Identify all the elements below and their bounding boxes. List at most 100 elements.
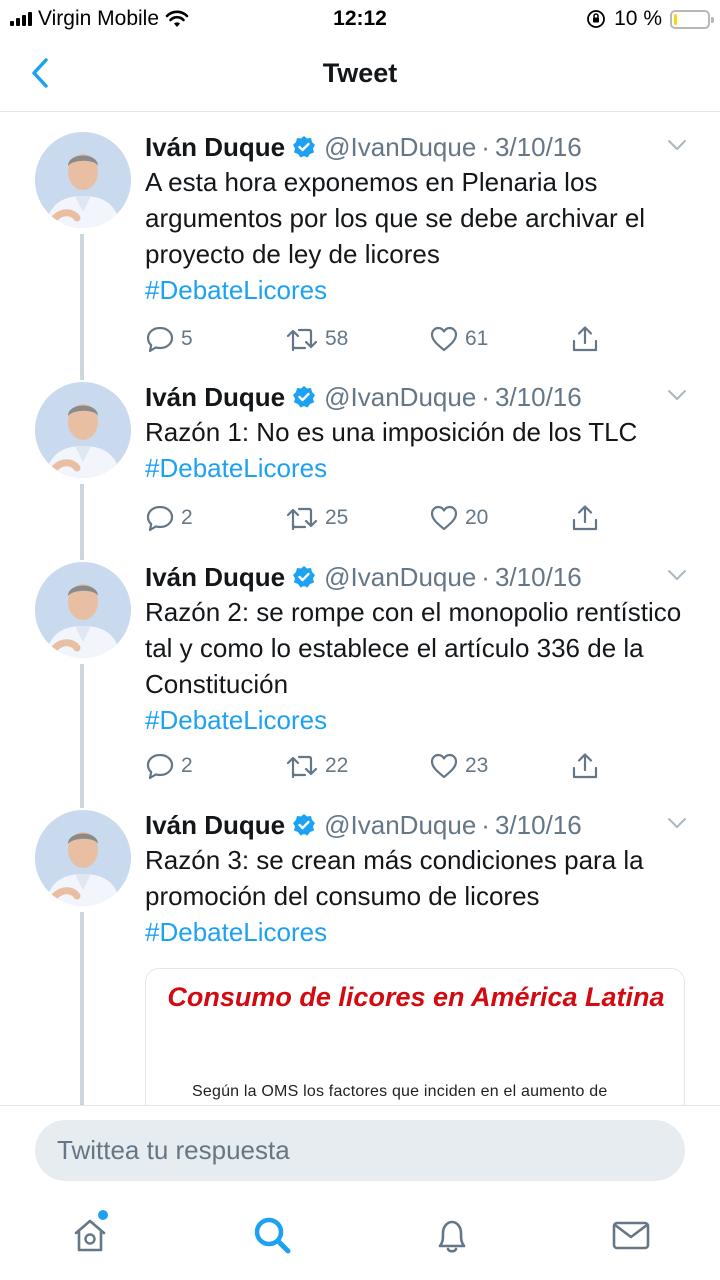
thread-line: [80, 362, 84, 380]
avatar[interactable]: [35, 132, 131, 228]
tweet-text: Razón 2: se rompe con el monopolio rentí…: [145, 594, 705, 738]
avatar[interactable]: [35, 382, 131, 478]
reply-input[interactable]: [35, 1120, 685, 1181]
nav-bar: Tweet: [0, 38, 720, 112]
reply-icon: [146, 753, 174, 780]
hashtag-link[interactable]: #DebateLicores: [145, 705, 327, 735]
battery-fill: [674, 13, 678, 25]
like-button[interactable]: 23: [429, 751, 488, 781]
tweet-media-card[interactable]: Consumo de licores en América Latina Seg…: [145, 968, 685, 1105]
avatar-portrait: [35, 810, 131, 906]
retweet-count: 22: [325, 754, 349, 777]
share-button[interactable]: [570, 324, 600, 354]
hashtag-link[interactable]: #DebateLicores: [145, 453, 327, 483]
tweet-thread: Iván Duque @IvanDuque · 3/10/16 A esta h…: [0, 112, 720, 1105]
reply-icon: [146, 326, 174, 353]
heart-icon: [430, 505, 458, 531]
chevron-down-icon: [668, 390, 686, 400]
retweet-icon: [286, 507, 318, 531]
author-handle[interactable]: @IvanDuque: [324, 132, 476, 163]
tweet[interactable]: Iván Duque @IvanDuque · 3/10/16 Razón 1:…: [0, 362, 720, 542]
tweet-date[interactable]: 3/10/16: [495, 132, 582, 163]
retweet-button[interactable]: 22: [285, 751, 348, 781]
heart-icon: [430, 753, 458, 779]
thread-line: [80, 912, 84, 1105]
avatar[interactable]: [35, 810, 131, 906]
tweet-actions: 2 22 23: [145, 751, 615, 785]
author-name[interactable]: Iván Duque: [145, 562, 285, 593]
separator-dot: ·: [481, 381, 490, 412]
retweet-button[interactable]: 25: [285, 503, 348, 533]
retweet-count: 25: [325, 506, 349, 529]
tweet-header: Iván Duque @IvanDuque · 3/10/16: [145, 380, 700, 414]
share-icon: [572, 505, 598, 531]
share-icon: [572, 326, 598, 352]
tweet-options-button[interactable]: [666, 812, 688, 834]
hashtag-link[interactable]: #DebateLicores: [145, 275, 327, 305]
author-handle[interactable]: @IvanDuque: [324, 810, 476, 841]
tweet-actions: 5 58 61: [145, 324, 615, 358]
author-name[interactable]: Iván Duque: [145, 810, 285, 841]
tab-notifications[interactable]: [430, 1213, 474, 1257]
bell-icon: [438, 1220, 466, 1253]
separator-dot: ·: [481, 131, 490, 162]
page-title: Tweet: [322, 58, 398, 88]
like-button[interactable]: 61: [429, 324, 488, 354]
tab-search[interactable]: [250, 1213, 294, 1257]
mail-icon: [612, 1221, 650, 1250]
verified-badge: [293, 136, 316, 158]
retweet-icon: [286, 328, 318, 352]
verified-badge-icon: [292, 813, 316, 837]
separator-dot: ·: [481, 561, 490, 592]
status-right: 10 %: [586, 7, 714, 31]
heart-icon: [430, 326, 458, 352]
tweet-options-button[interactable]: [666, 134, 688, 156]
like-count: 20: [465, 506, 489, 529]
chevron-down-icon: [668, 570, 686, 580]
like-count: 23: [465, 754, 489, 777]
avatar-portrait: [35, 382, 131, 478]
tab-home[interactable]: [68, 1213, 112, 1257]
tweet-date[interactable]: 3/10/16: [495, 810, 582, 841]
like-button[interactable]: 20: [429, 503, 488, 533]
tweet-text: A esta hora exponemos en Plenaria los ar…: [145, 164, 705, 308]
share-button[interactable]: [570, 751, 600, 781]
retweet-icon: [286, 755, 318, 779]
tweet-header: Iván Duque @IvanDuque · 3/10/16: [145, 130, 700, 164]
tweet-options-button[interactable]: [666, 384, 688, 406]
verified-badge-icon: [292, 385, 316, 409]
media-title: Consumo de licores en América Latina: [146, 977, 684, 1017]
tweet-date[interactable]: 3/10/16: [495, 382, 582, 413]
share-button[interactable]: [570, 503, 600, 533]
reply-button[interactable]: 5: [145, 324, 193, 354]
home-notification-dot: [98, 1210, 108, 1220]
verified-badge-icon: [292, 565, 316, 589]
author-name[interactable]: Iván Duque: [145, 382, 285, 413]
hashtag-link[interactable]: #DebateLicores: [145, 917, 327, 947]
reply-count: 2: [181, 754, 193, 777]
search-icon: [254, 1217, 291, 1254]
reply-button[interactable]: 2: [145, 751, 193, 781]
reply-button[interactable]: 2: [145, 503, 193, 533]
thread-line: [80, 664, 84, 790]
thread-line: [80, 542, 84, 560]
author-handle[interactable]: @IvanDuque: [324, 562, 476, 593]
tab-bar: [0, 1195, 720, 1280]
battery-icon: [670, 9, 714, 29]
verified-badge: [293, 814, 316, 836]
verified-badge: [293, 386, 316, 408]
tweet[interactable]: Iván Duque @IvanDuque · 3/10/16 A esta h…: [0, 112, 720, 362]
share-icon: [572, 753, 598, 779]
tweet-date[interactable]: 3/10/16: [495, 562, 582, 593]
chevron-down-icon: [668, 140, 686, 150]
author-name[interactable]: Iván Duque: [145, 132, 285, 163]
reply-count: 5: [181, 327, 193, 350]
tweet-options-button[interactable]: [666, 564, 688, 586]
avatar[interactable]: [35, 562, 131, 658]
tab-messages[interactable]: [609, 1213, 653, 1257]
author-handle[interactable]: @IvanDuque: [324, 382, 476, 413]
tweet-body: Razón 3: se crean más condiciones para l…: [145, 845, 644, 911]
tweet[interactable]: Iván Duque @IvanDuque · 3/10/16 Razón 2:…: [0, 542, 720, 790]
retweet-button[interactable]: 58: [285, 324, 348, 354]
tweet-header: Iván Duque @IvanDuque · 3/10/16: [145, 808, 700, 842]
